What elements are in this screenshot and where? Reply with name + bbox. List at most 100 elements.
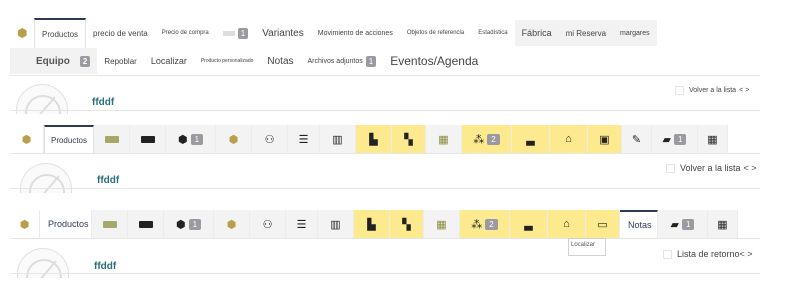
- back-to-list-link[interactable]: Volver a la lista < >: [666, 163, 757, 173]
- divider: [10, 110, 760, 111]
- tab-margin-icon[interactable]: ▦: [424, 210, 460, 238]
- tab-archivos-adjuntos-label: Archivos adjuntos: [307, 57, 363, 65]
- tab-count-badge: 1: [188, 218, 202, 230]
- tab-margin-icon[interactable]: ▦: [426, 125, 462, 153]
- text-tab-bar-row2: Equipo 2 Repoblar Localizar Producto per…: [10, 48, 790, 74]
- calendar-icon: ▦: [707, 133, 718, 146]
- tab-agenda-icon[interactable]: ▦: [708, 210, 738, 238]
- tab-variants[interactable]: ⬢ 1: [164, 210, 214, 238]
- tab-list-icon[interactable]: ☰: [288, 125, 320, 153]
- tab-estadistica[interactable]: Estadística: [471, 20, 514, 46]
- tab-replenish-icon[interactable]: ▃: [510, 210, 548, 238]
- product-cube-icon[interactable]: ⬢: [10, 20, 34, 46]
- tab-margares[interactable]: margares: [613, 20, 657, 46]
- divider: [10, 273, 760, 274]
- tab-productos[interactable]: Productos: [34, 18, 87, 48]
- cube-icon: ⬢: [177, 133, 188, 146]
- tab-equipo-label: Equipo: [36, 55, 70, 67]
- tab-statistics-icon[interactable]: ▥: [318, 210, 354, 238]
- tab-locate-icon[interactable]: ⌂: [550, 125, 588, 153]
- tab-notas[interactable]: Notas: [620, 210, 658, 238]
- tab-localizar[interactable]: Localizar: [144, 48, 194, 74]
- product-ref: ffddf: [94, 261, 117, 272]
- list-icon: ☰: [298, 133, 309, 146]
- tab-equipo[interactable]: Equipo 2: [10, 48, 98, 74]
- tooltip-localizar: Localizar: [568, 238, 606, 256]
- people-table-icon: ⚇: [262, 218, 273, 231]
- product-ref: ffddf: [92, 97, 115, 108]
- tab-reserve-icon[interactable]: ▚: [390, 210, 424, 238]
- prev-next-nav[interactable]: < >: [739, 87, 749, 94]
- list-icon: ☰: [296, 218, 307, 231]
- tab-reserve-icon[interactable]: ▚: [392, 125, 426, 153]
- icon-tab-bar: ⬢ Productos ⬢ 1 ⬢ ⚇ ☰ ▥ ▙ ▚ ▦ ⁂ 2 ▃ ⌂ ▭ No…: [10, 210, 738, 238]
- tab-count-badge: 1: [682, 218, 695, 230]
- tab-eventos-agenda[interactable]: Eventos/Agenda: [383, 48, 485, 74]
- tab-factory-icon[interactable]: ▙: [354, 210, 390, 238]
- tab-precio-de-venta[interactable]: precio de venta: [86, 20, 155, 46]
- tab-fabrica[interactable]: Fábrica: [514, 20, 559, 46]
- divider: [10, 238, 760, 239]
- tab-statistics-icon[interactable]: ▥: [320, 125, 356, 153]
- tab-buy-price-icon[interactable]: [128, 210, 164, 238]
- tab-objetos-de-referencia[interactable]: Objetos de referencia: [400, 20, 471, 46]
- tab-movimiento-de-acciones[interactable]: Movimiento de acciones: [311, 20, 400, 46]
- boxes-icon: ▚: [402, 218, 411, 231]
- tab-locate-icon[interactable]: ⌂: [548, 210, 586, 238]
- tab-attachments[interactable]: ▰ 1: [658, 210, 708, 238]
- tab-list-icon[interactable]: ☰: [286, 210, 318, 238]
- product-cube-icon[interactable]: ⬢: [10, 125, 44, 153]
- tab-reference-icon[interactable]: ⚇: [252, 125, 288, 153]
- text-tab-bar: ⬢ Productos precio de venta Precio de co…: [10, 18, 790, 48]
- tab-repoblar[interactable]: Repoblar: [97, 48, 143, 74]
- tab-equipment[interactable]: ⁂ 2: [460, 210, 510, 238]
- tab-price-tag-icon[interactable]: [92, 210, 128, 238]
- prev-next-nav[interactable]: < >: [740, 249, 753, 259]
- tab-attachments[interactable]: ▰ 1: [652, 125, 698, 153]
- warehouse-icon: ⌂: [565, 133, 572, 145]
- tab-reference-icon[interactable]: ⚇: [250, 210, 286, 238]
- tab-stock-movement-icon[interactable]: ⬢: [214, 210, 250, 238]
- back-checkbox[interactable]: [675, 86, 684, 95]
- cubes-icon: ⁂: [471, 218, 483, 231]
- tab-agenda-icon[interactable]: ▦: [698, 125, 728, 153]
- tab-buy-price-icon[interactable]: [130, 125, 166, 153]
- icon-tab-bar: ⬢ Productos ⬢ 1 ⬢ ⚇ ☰ ▥ ▙ ▚ ▦ ⁂ 2 ▃ ⌂ ▣ ✎ …: [10, 125, 728, 153]
- tab-replenish-icon[interactable]: ▃: [512, 125, 550, 153]
- buy-price-icon: [138, 220, 153, 228]
- tab-hidden[interactable]: 1: [216, 20, 255, 46]
- tab-count-badge: 1: [674, 133, 687, 145]
- tab-equipment[interactable]: ⁂ 2: [462, 125, 512, 153]
- tab-mi-reserva[interactable]: mi Reserva: [558, 20, 614, 46]
- pallet-icon: ▃: [524, 218, 533, 231]
- tab-producto-personalizado[interactable]: Producto personalizado: [194, 48, 261, 74]
- back-checkbox[interactable]: [663, 249, 672, 259]
- tab-custom-product-icon[interactable]: ▣: [588, 125, 622, 153]
- tab-productos[interactable]: Productos: [40, 210, 92, 238]
- back-to-list-label: Volver a la lista: [680, 163, 741, 173]
- prev-next-nav[interactable]: < >: [744, 163, 757, 173]
- tab-variants[interactable]: ⬢ 1: [166, 125, 216, 153]
- tab-productos[interactable]: Productos: [44, 125, 94, 153]
- back-to-list-link[interactable]: Volver a la lista < >: [675, 86, 749, 95]
- back-to-list-link[interactable]: Lista de retorno < >: [663, 249, 753, 259]
- back-checkbox[interactable]: [666, 163, 675, 173]
- tab-count-badge: 2: [485, 218, 498, 230]
- pencil-icon: ✎: [631, 133, 642, 146]
- tab-count-badge: 2: [79, 55, 91, 67]
- back-to-list-label: Lista de retorno: [677, 249, 740, 259]
- tab-precio-de-compra[interactable]: Precio de compra: [155, 20, 216, 46]
- tab-archivos-adjuntos[interactable]: Archivos adjuntos 1: [301, 48, 384, 74]
- tab-notas[interactable]: Notas: [260, 48, 300, 74]
- back-to-list-label: Volver a la lista: [689, 87, 737, 94]
- divider: [10, 153, 760, 154]
- tab-custom-product-icon[interactable]: ▭: [586, 210, 620, 238]
- tab-price-tag-icon[interactable]: [94, 125, 130, 153]
- tab-stock-movement-icon[interactable]: ⬢: [216, 125, 252, 153]
- cube-icon: ⬢: [175, 218, 186, 231]
- tab-factory-icon[interactable]: ▙: [356, 125, 392, 153]
- warehouse-icon: ⌂: [563, 218, 570, 230]
- product-cube-icon[interactable]: ⬢: [10, 210, 40, 238]
- tab-notes-icon[interactable]: ✎: [622, 125, 652, 153]
- tab-variantes[interactable]: Variantes: [255, 20, 311, 46]
